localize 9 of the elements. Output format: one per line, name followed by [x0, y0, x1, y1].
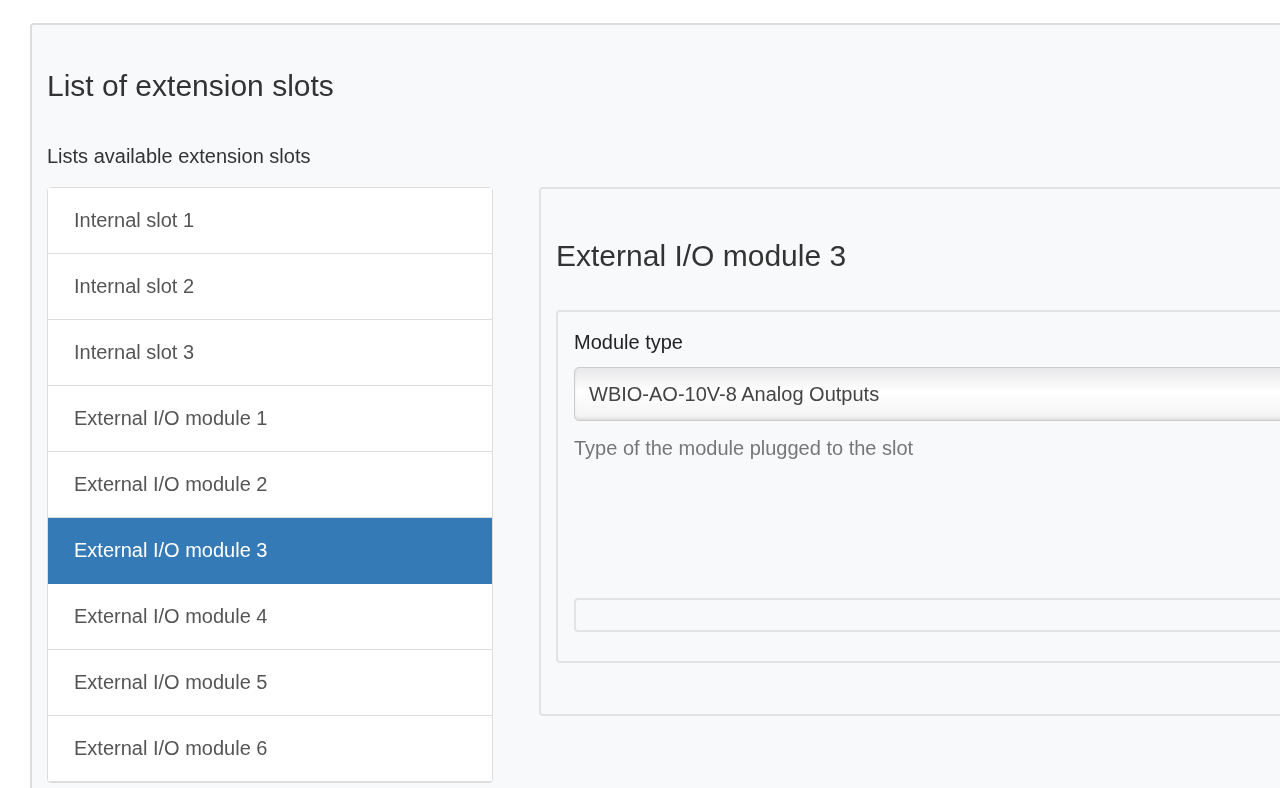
empty-field[interactable]: [574, 598, 1280, 632]
module-type-select[interactable]: WBIO-AO-10V-8 Analog Outputs: [574, 367, 1280, 421]
field-help-text: Type of the module plugged to the slot: [574, 437, 915, 460]
page-description: Lists available extension slots: [47, 146, 312, 166]
field-label: Module type: [574, 332, 684, 352]
detail-title: External I/O module 3: [556, 241, 848, 271]
slot-list-item[interactable]: Internal slot 1: [48, 188, 492, 254]
slot-list-item[interactable]: External I/O module 3: [48, 518, 492, 584]
page-title: List of extension slots: [47, 71, 335, 101]
